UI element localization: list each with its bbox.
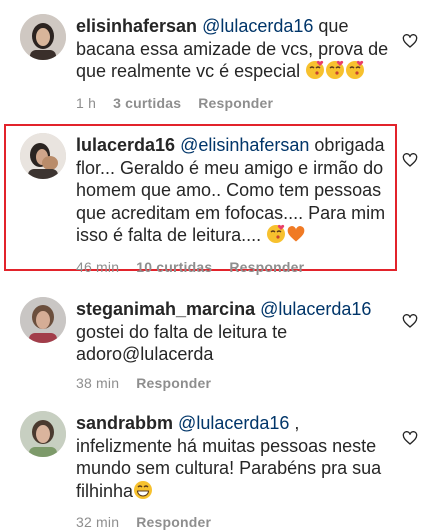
kiss-face-icon <box>325 60 345 86</box>
grinning-face-icon <box>133 480 153 506</box>
comment-text: sandrabbm @lulacerda16 , infelizmente há… <box>76 412 396 505</box>
comment-text: steganimah_marcina @lulacerda16 gostei d… <box>76 298 396 366</box>
comment-username[interactable]: lulacerda16 <box>76 135 175 155</box>
comment-mention[interactable]: @lulacerda16 <box>202 16 313 36</box>
comment-likes-count[interactable]: 10 curtidas <box>136 259 212 275</box>
comment-likes-count[interactable]: 3 curtidas <box>113 95 181 111</box>
avatar[interactable] <box>20 14 66 60</box>
kiss-face-icon <box>266 224 286 250</box>
comment-meta: 46 min 10 curtidas Responder <box>76 259 396 275</box>
heart-outline-icon[interactable] <box>402 313 418 329</box>
comment-username[interactable]: sandrabbm <box>76 413 173 433</box>
comment-mention[interactable]: @lulacerda16 <box>178 413 289 433</box>
heart-outline-icon[interactable] <box>402 152 418 168</box>
comment-meta: 38 min Responder <box>76 375 396 391</box>
avatar[interactable] <box>20 297 66 343</box>
comment-text: elisinhafersan @lulacerda16 que bacana e… <box>76 15 396 86</box>
comment-meta: 32 min Responder <box>76 514 396 530</box>
reply-button[interactable]: Responder <box>136 375 211 391</box>
avatar[interactable] <box>20 133 66 179</box>
comment-timestamp: 38 min <box>76 374 120 391</box>
comment-mention[interactable]: @elisinhafersan <box>180 135 309 155</box>
kiss-face-icon <box>345 60 365 86</box>
comment-timestamp: 1 h <box>76 94 97 111</box>
comment-text: lulacerda16 @elisinhafersan obrigada flo… <box>76 134 396 250</box>
comment-timestamp: 32 min <box>76 514 120 530</box>
comment-username[interactable]: steganimah_marcina <box>76 299 255 319</box>
avatar[interactable] <box>20 411 66 457</box>
heart-outline-icon[interactable] <box>402 33 418 49</box>
orange-heart-icon <box>286 224 306 250</box>
comment-username[interactable]: elisinhafersan <box>76 16 197 36</box>
comment-timestamp: 46 min <box>76 258 120 275</box>
heart-outline-icon[interactable] <box>402 430 418 446</box>
comment-mention[interactable]: @lulacerda16 <box>260 299 371 319</box>
reply-button[interactable]: Responder <box>136 514 211 530</box>
kiss-face-icon <box>305 60 325 86</box>
reply-button[interactable]: Responder <box>229 259 304 275</box>
reply-button[interactable]: Responder <box>198 95 273 111</box>
comment-meta: 1 h 3 curtidas Responder <box>76 95 396 111</box>
comment-body: gostei do falta de leitura te adoro@lula… <box>76 321 288 365</box>
